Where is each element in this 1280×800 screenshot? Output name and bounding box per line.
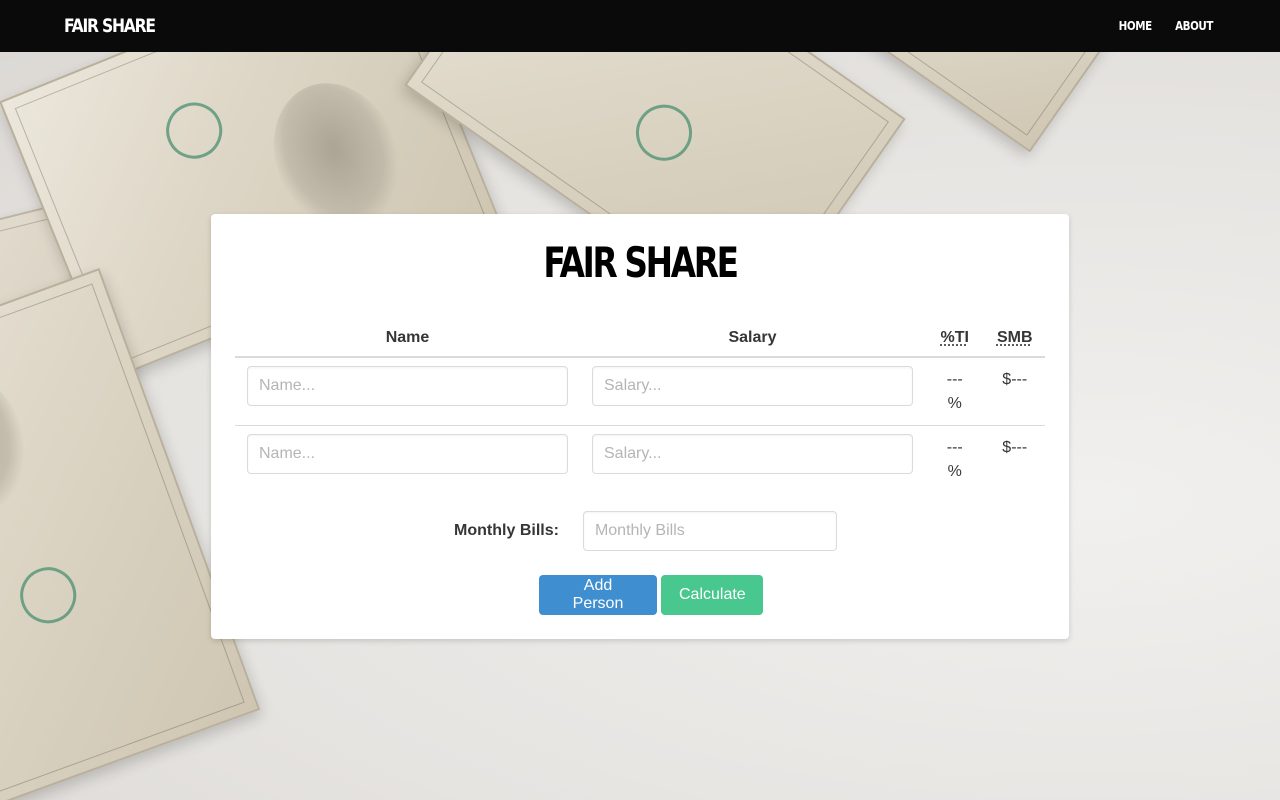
column-header-name: Name bbox=[235, 320, 580, 358]
name-cell bbox=[235, 426, 580, 494]
salary-cell bbox=[580, 426, 925, 494]
name-input[interactable] bbox=[247, 366, 568, 406]
percent-ti-value: --- % bbox=[946, 439, 963, 480]
column-header-percent-ti[interactable]: %TI bbox=[925, 320, 985, 358]
column-header-smb[interactable]: SMB bbox=[984, 320, 1045, 358]
fair-share-card: FAIR SHARE Name Salary %TI SMB --- % $--… bbox=[211, 214, 1069, 639]
salary-cell bbox=[580, 357, 925, 426]
smb-value: $--- bbox=[1002, 439, 1028, 456]
navbar: FAIR SHARE HOME ABOUT bbox=[0, 0, 1280, 52]
table-row: --- % $--- bbox=[235, 426, 1045, 494]
page-title: FAIR SHARE bbox=[543, 238, 739, 287]
monthly-bills-label: Monthly Bills: bbox=[454, 522, 559, 539]
smb-value: $--- bbox=[1002, 371, 1028, 388]
add-person-button[interactable]: Add Person bbox=[539, 575, 657, 615]
percent-ti-cell: --- % bbox=[925, 357, 985, 426]
smb-cell: $--- bbox=[984, 357, 1045, 426]
brand-logo[interactable]: FAIR SHARE bbox=[64, 15, 156, 37]
table-header-row: Name Salary %TI SMB bbox=[235, 320, 1045, 358]
salary-input[interactable] bbox=[592, 434, 913, 474]
column-header-salary: Salary bbox=[580, 320, 925, 358]
nav-link-home[interactable]: HOME bbox=[1118, 19, 1151, 33]
table-row: --- % $--- bbox=[235, 357, 1045, 426]
monthly-bills-input[interactable] bbox=[582, 511, 837, 551]
nav-link-about[interactable]: ABOUT bbox=[1175, 19, 1213, 33]
calculate-button[interactable]: Calculate bbox=[661, 575, 763, 615]
name-input[interactable] bbox=[247, 434, 568, 474]
percent-ti-value: --- % bbox=[946, 371, 963, 412]
name-cell bbox=[235, 357, 580, 426]
nav-links: HOME ABOUT bbox=[1116, 19, 1216, 33]
smb-cell: $--- bbox=[985, 426, 1046, 494]
action-buttons: Add Person Calculate bbox=[211, 575, 1069, 615]
people-table: Name Salary %TI SMB --- % $--- bbox=[235, 320, 1045, 493]
percent-ti-cell: --- % bbox=[925, 426, 985, 494]
monthly-bills-row: Monthly Bills: bbox=[211, 511, 1069, 551]
salary-input[interactable] bbox=[592, 366, 913, 406]
